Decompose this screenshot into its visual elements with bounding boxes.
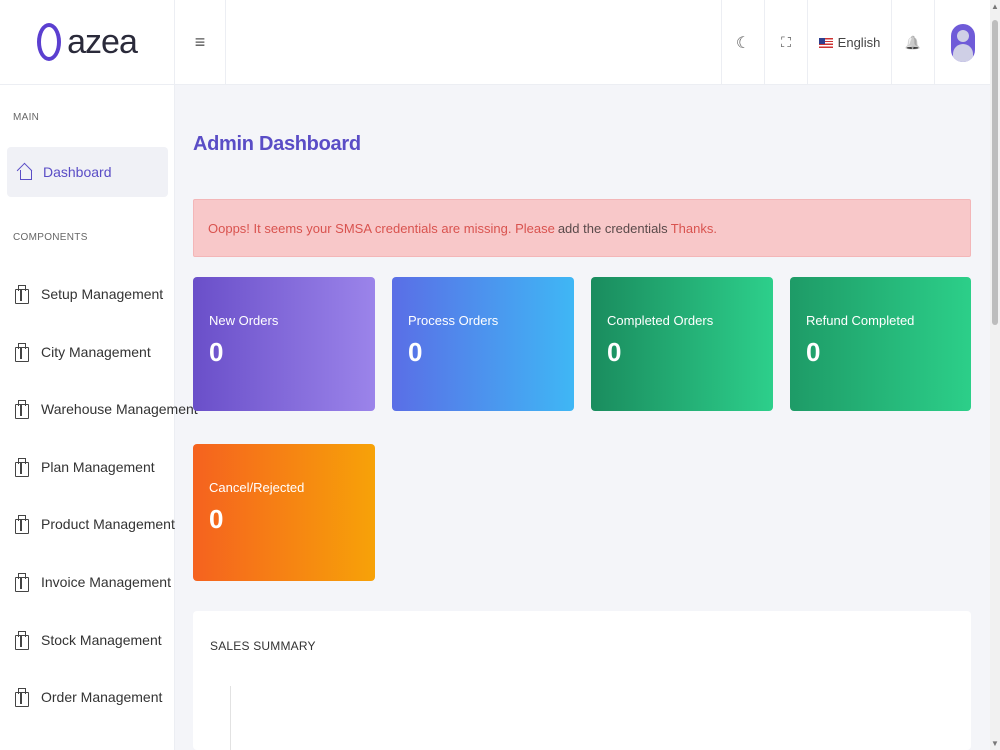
sidebar: azea MAIN Dashboard COMPONENTS Setup Man… (0, 0, 198, 750)
sidebar-item-label: City Management (41, 344, 151, 360)
card-value: 0 (607, 337, 622, 367)
card-label: Completed Orders (607, 313, 714, 328)
card-label: Cancel/Rejected (209, 480, 305, 495)
alert-text-part3: Thanks. (670, 220, 717, 236)
sidebar-item-product-management[interactable]: Product Management (14, 515, 175, 534)
section-label-components: COMPONENTS (13, 232, 88, 243)
alert-text-part2: add the credentials (557, 220, 668, 236)
page-title: Admin Dashboard (193, 133, 361, 155)
scroll-down-icon[interactable]: ▼ (991, 739, 999, 748)
profile-button[interactable] (934, 0, 990, 85)
card-value: 0 (408, 337, 423, 367)
sidebar-item-label: Stock Management (41, 632, 162, 648)
building-icon (14, 400, 29, 419)
card-label: Process Orders (408, 313, 499, 328)
sidebar-item-city-management[interactable]: City Management (14, 343, 151, 362)
building-icon (14, 458, 29, 477)
process-orders-card[interactable]: Process Orders 0 (392, 277, 574, 411)
notifications-button[interactable]: 🔔 (891, 0, 934, 85)
card-value: 0 (209, 504, 224, 534)
scroll-up-icon[interactable]: ▲ (991, 2, 999, 11)
building-icon (14, 631, 29, 650)
page-scrollbar[interactable]: ▲ ▼ (990, 0, 1000, 750)
card-label: New Orders (209, 313, 279, 328)
building-icon (14, 343, 29, 362)
card-value: 0 (209, 337, 224, 367)
brand-name: azea (67, 22, 138, 61)
sidebar-item-label: Invoice Management (41, 574, 171, 590)
sidebar-item-setup-management[interactable]: Setup Management (14, 285, 164, 304)
sales-summary-panel: SALES SUMMARY (193, 611, 971, 750)
logo-mark-icon (37, 23, 62, 61)
avatar (950, 23, 975, 62)
theme-toggle-button[interactable]: ☾ (721, 0, 764, 85)
smsa-credentials-alert: Oopps! It seems your SMSA credentials ar… (193, 199, 971, 257)
card-label: Refund Completed (806, 313, 915, 328)
section-label-main: MAIN (13, 112, 40, 123)
sidebar-item-plan-management[interactable]: Plan Management (14, 458, 155, 477)
top-header: ≡ ☾ ⛶ English 🔔 (175, 0, 990, 85)
building-icon (14, 573, 29, 592)
sidebar-item-label: Dashboard (43, 164, 112, 180)
sidebar-item-invoice-management[interactable]: Invoice Management (14, 573, 171, 592)
sales-summary-title: SALES SUMMARY (210, 639, 316, 653)
sidebar-item-stock-management[interactable]: Stock Management (14, 631, 162, 650)
hamburger-icon: ≡ (194, 32, 206, 52)
moon-icon: ☾ (735, 34, 751, 52)
card-value: 0 (806, 337, 821, 367)
sidebar-item-label: Plan Management (41, 459, 155, 475)
building-icon (14, 515, 29, 534)
language-selector[interactable]: English (807, 0, 891, 85)
home-icon (17, 164, 33, 180)
new-orders-card[interactable]: New Orders 0 (193, 277, 375, 411)
refund-completed-card[interactable]: Refund Completed 0 (790, 277, 971, 411)
sidebar-item-warehouse-management[interactable]: Warehouse Management (14, 400, 198, 419)
completed-orders-card[interactable]: Completed Orders 0 (591, 277, 773, 411)
sidebar-item-order-management[interactable]: Order Management (14, 688, 163, 707)
sidebar-item-dashboard[interactable]: Dashboard (7, 147, 168, 197)
building-icon (14, 285, 29, 304)
logo[interactable]: azea (0, 0, 174, 85)
sidebar-item-label: Warehouse Management (41, 401, 198, 417)
cancel-rejected-card[interactable]: Cancel/Rejected 0 (193, 444, 375, 581)
sidebar-item-label: Order Management (41, 689, 163, 705)
us-flag-icon (818, 37, 833, 48)
building-icon (14, 688, 29, 707)
sidebar-item-label: Product Management (41, 516, 175, 532)
bell-icon: 🔔 (904, 34, 922, 50)
language-label: English (837, 35, 881, 50)
menu-toggle-button[interactable]: ≡ (175, 0, 226, 85)
fullscreen-icon: ⛶ (781, 34, 791, 50)
fullscreen-button[interactable]: ⛶ (764, 0, 807, 85)
alert-text-part1: Oopps! It seems your SMSA credentials ar… (208, 220, 555, 236)
sidebar-item-label: Setup Management (41, 286, 164, 302)
sales-chart-axis (230, 686, 231, 750)
scrollbar-thumb[interactable] (992, 20, 998, 325)
